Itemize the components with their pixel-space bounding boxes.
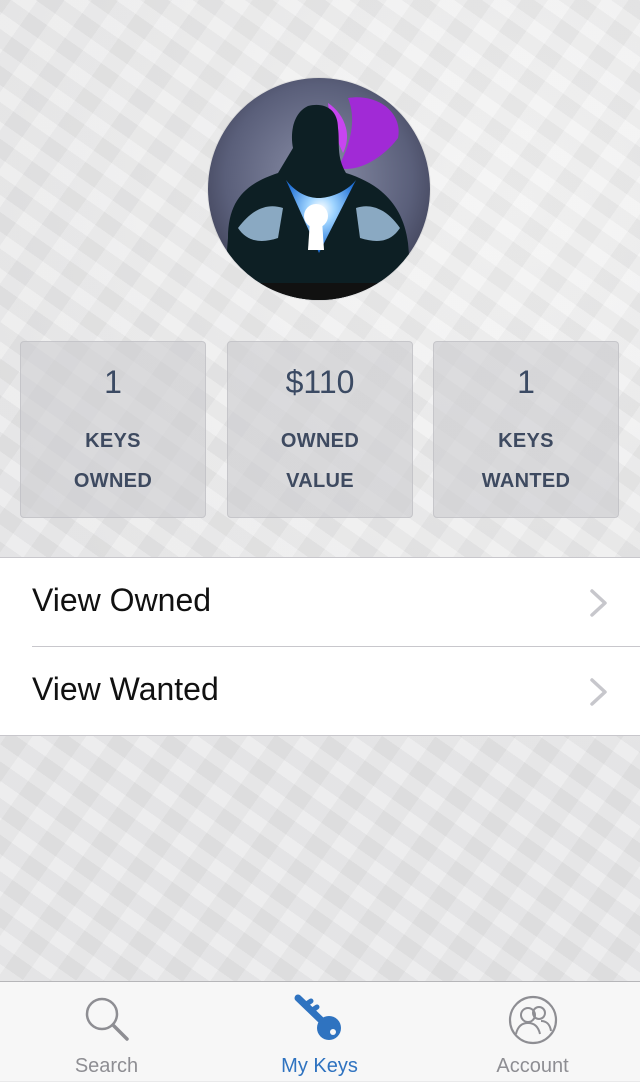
stat-label-line2: WANTED (481, 470, 571, 492)
view-wanted-row[interactable]: View Wanted (0, 647, 640, 735)
tab-search-label: Search (74, 1055, 139, 1077)
keys-menu-list: View Owned View Wanted (0, 557, 640, 736)
key-icon (294, 994, 341, 1040)
tab-my-keys-label: My Keys (281, 1055, 358, 1077)
hero-keyhole-avatar (208, 78, 430, 300)
stat-keys-wanted: 1 KEYS WANTED (433, 341, 619, 518)
view-owned-row[interactable]: View Owned (0, 558, 640, 647)
stat-label-line2: VALUE (286, 470, 354, 492)
stat-label-line1: KEYS (85, 430, 141, 452)
stat-value: $110 (285, 364, 355, 400)
tab-search[interactable]: Search (0, 982, 213, 1082)
stat-value: 1 (517, 364, 535, 400)
tab-bar: Search My Keys Account (0, 981, 640, 1081)
stat-keys-owned: 1 KEYS OWNED (20, 341, 206, 518)
stat-label-line2: OWNED (73, 470, 153, 492)
view-wanted-label: View Wanted (32, 671, 219, 707)
chevron-right-icon (590, 678, 607, 706)
profile-avatar (208, 78, 430, 300)
search-icon (85, 997, 129, 1041)
stat-owned-value: $110 OWNED VALUE (227, 341, 413, 518)
tab-account[interactable]: Account (426, 982, 639, 1082)
stat-label-line1: OWNED (280, 430, 360, 452)
tab-account-label: Account (496, 1055, 569, 1077)
chevron-right-icon (590, 589, 607, 617)
stat-label-line1: KEYS (498, 430, 554, 452)
account-icon (508, 995, 557, 1045)
tab-my-keys[interactable]: My Keys (213, 982, 426, 1082)
stat-value: 1 (104, 364, 122, 400)
view-owned-label: View Owned (32, 582, 212, 618)
